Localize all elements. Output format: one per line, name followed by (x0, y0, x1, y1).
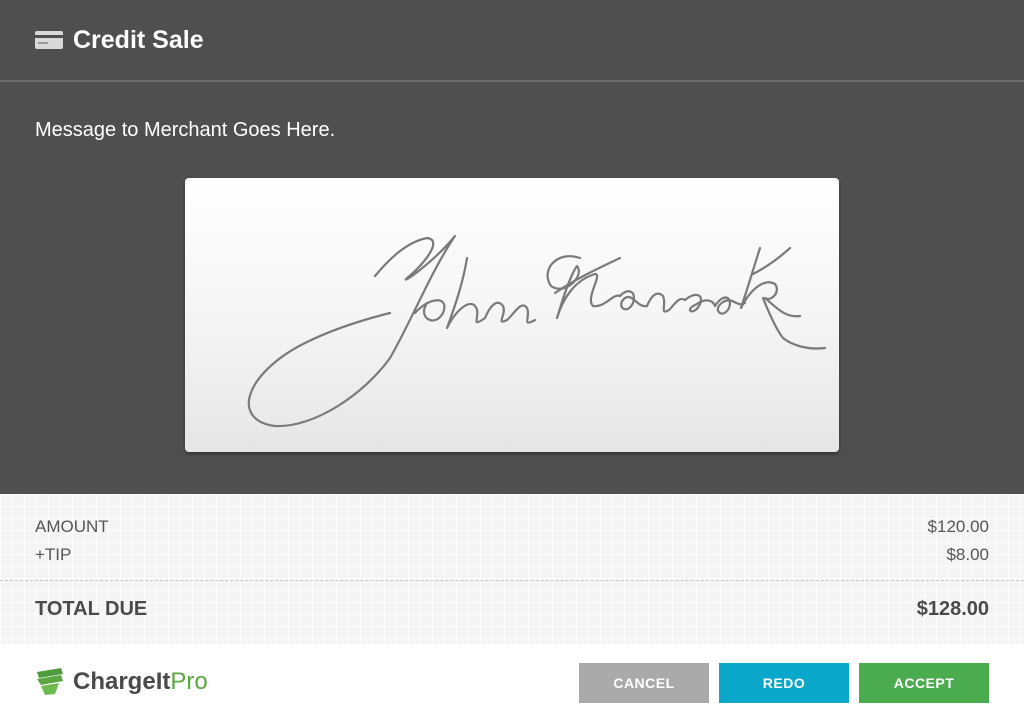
logo-text: ChargeItPro (73, 668, 208, 696)
redo-button[interactable]: REDO (719, 663, 849, 703)
chargeitpro-logo-icon (35, 668, 65, 696)
amount-value: $120.00 (927, 517, 989, 536)
logo-text-main: ChargeIt (73, 668, 171, 695)
total-row: TOTAL DUE $128.00 (35, 598, 989, 621)
amount-row: AMOUNT $120.00 (35, 517, 989, 537)
cancel-button[interactable]: CANCEL (579, 663, 709, 703)
logo-text-accent: Pro (170, 668, 208, 695)
signature-pad[interactable] (185, 178, 839, 452)
header-bar: Credit Sale (0, 0, 1024, 82)
total-value: $128.00 (916, 598, 989, 620)
tip-label: +TIP (35, 545, 72, 564)
merchant-message: Message to Merchant Goes Here. (35, 119, 336, 141)
totals-divider (0, 580, 1024, 581)
footer-bar: ChargeItPro CANCEL REDO ACCEPT (0, 644, 1024, 720)
totals-panel: AMOUNT $120.00 +TIP $8.00 TOTAL DUE $128… (0, 494, 1024, 644)
signature-drawing (247, 234, 827, 428)
tip-row: +TIP $8.00 (35, 545, 989, 565)
brand-logo: ChargeItPro (35, 668, 208, 696)
tip-value: $8.00 (946, 545, 989, 564)
amount-label: AMOUNT (35, 517, 109, 536)
credit-card-icon (35, 30, 63, 50)
signature-area: Message to Merchant Goes Here. (0, 82, 1024, 494)
accept-button[interactable]: ACCEPT (859, 663, 989, 703)
page-title: Credit Sale (73, 25, 204, 54)
total-label: TOTAL DUE (35, 598, 148, 620)
